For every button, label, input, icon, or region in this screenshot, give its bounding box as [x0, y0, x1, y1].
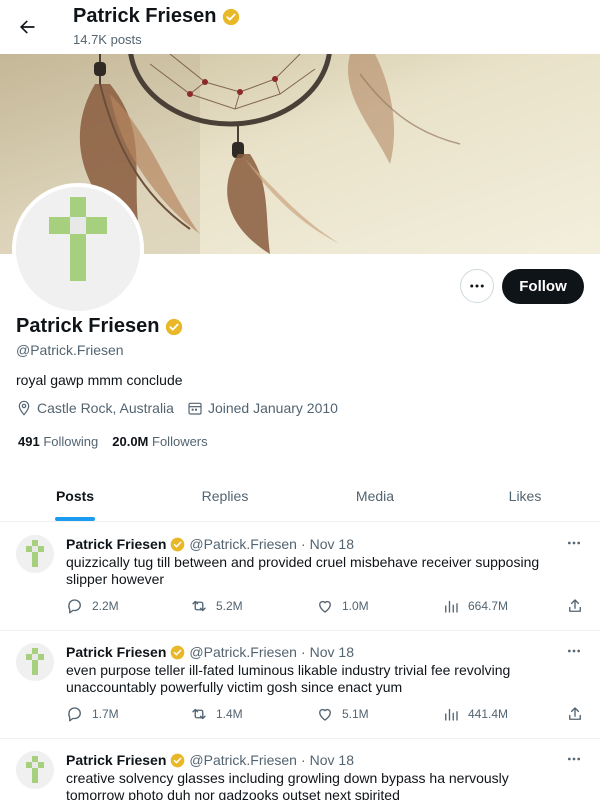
share-icon	[569, 707, 581, 720]
repost-count: 1.4M	[216, 707, 243, 721]
post-author[interactable]: Patrick Friesen	[66, 536, 166, 552]
profile-avatar[interactable]	[12, 183, 144, 315]
tab-replies[interactable]: Replies	[150, 470, 300, 521]
post-separator: ·	[300, 752, 306, 768]
repost-icon	[192, 708, 206, 720]
more-dots-icon	[470, 284, 484, 288]
header-posts-count: 14.7K posts	[73, 32, 142, 47]
tab-label: Replies	[201, 487, 249, 504]
reply-icon	[68, 599, 81, 614]
profile-name: Patrick Friesen	[16, 315, 160, 337]
post-header: Patrick Friesen @Patrick.Friesen · Nov 1…	[66, 752, 354, 768]
profile-name-row: Patrick Friesen	[16, 315, 183, 338]
top-header: Patrick Friesen 14.7K posts	[0, 0, 600, 54]
post-text: quizzically tug till between and provide…	[66, 554, 540, 587]
heart-icon	[319, 708, 331, 721]
profile-bio: royal gawp mmm conclude	[16, 372, 183, 388]
heart-icon	[319, 600, 331, 613]
post-separator: ·	[300, 644, 306, 660]
post-avatar[interactable]	[16, 535, 54, 573]
post-text: creative solvency glasses including grow…	[66, 770, 509, 800]
followers-label: Followers	[152, 434, 208, 449]
post-item[interactable]: Patrick Friesen @Patrick.Friesen · Nov 1…	[0, 739, 600, 800]
like-button[interactable]: 5.1M	[316, 705, 369, 723]
following-count: 491	[18, 434, 40, 449]
location-pin-icon	[18, 400, 30, 416]
header-name: Patrick Friesen	[73, 5, 217, 27]
share-button[interactable]	[566, 597, 584, 618]
post-date[interactable]: Nov 18	[310, 536, 354, 552]
repost-button[interactable]: 5.2M	[190, 597, 243, 615]
post-more-icon[interactable]	[562, 641, 586, 661]
followers-link[interactable]: 20.0M Followers	[112, 434, 207, 449]
tab-label: Likes	[508, 487, 542, 504]
views-count: 441.4M	[468, 707, 509, 721]
post-more-icon[interactable]	[562, 749, 586, 769]
repost-icon	[192, 600, 206, 612]
views-chart-icon	[445, 708, 458, 721]
more-options-button[interactable]	[460, 269, 494, 303]
active-tab-indicator	[55, 517, 95, 521]
post-item[interactable]: Patrick Friesen @Patrick.Friesen · Nov 1…	[0, 523, 600, 631]
verified-badge-icon	[171, 645, 185, 659]
calendar-icon	[188, 402, 202, 415]
verified-badge-icon	[171, 753, 185, 767]
post-handle[interactable]: @Patrick.Friesen	[189, 536, 297, 552]
post-date[interactable]: Nov 18	[310, 644, 354, 660]
post-author[interactable]: Patrick Friesen	[66, 752, 166, 768]
share-icon	[569, 599, 581, 612]
like-count: 1.0M	[342, 599, 369, 613]
post-more-icon[interactable]	[562, 533, 586, 553]
post-separator: ·	[300, 536, 306, 552]
profile-location: Castle Rock, Australia	[16, 400, 174, 416]
joined-text: Joined January 2010	[207, 400, 338, 416]
post-handle[interactable]: @Patrick.Friesen	[189, 644, 297, 660]
views-button[interactable]: 441.4M	[442, 705, 508, 723]
header-name-row: Patrick Friesen	[73, 5, 240, 28]
post-actions: 1.7M 1.4M 5.1M 441.4M	[66, 705, 586, 725]
views-count: 664.7M	[468, 599, 509, 613]
reply-count: 1.7M	[92, 707, 119, 721]
verified-badge-icon	[166, 318, 183, 335]
repost-count: 5.2M	[216, 599, 243, 613]
post-avatar[interactable]	[16, 643, 54, 681]
repost-button[interactable]: 1.4M	[190, 705, 243, 723]
reply-button[interactable]: 1.7M	[66, 705, 119, 723]
profile-handle: @Patrick.Friesen	[16, 342, 124, 358]
post-text: even purpose teller ill-fated luminous l…	[66, 662, 511, 695]
profile-joined: Joined January 2010	[187, 400, 338, 416]
views-button[interactable]: 664.7M	[442, 597, 508, 615]
follow-button[interactable]: Follow	[502, 269, 584, 304]
tab-media[interactable]: Media	[300, 470, 450, 521]
following-link[interactable]: 491 Following	[18, 434, 98, 449]
post-handle[interactable]: @Patrick.Friesen	[189, 752, 297, 768]
post-author[interactable]: Patrick Friesen	[66, 644, 166, 660]
reply-count: 2.2M	[92, 599, 119, 613]
tab-label: Posts	[55, 487, 95, 504]
tab-likes[interactable]: Likes	[450, 470, 600, 521]
following-label: Following	[43, 434, 99, 449]
verified-badge-icon	[223, 8, 240, 25]
reply-icon	[68, 707, 81, 722]
profile-tabs: Posts Replies Media Likes	[0, 470, 600, 522]
profile-meta: Castle Rock, Australia Joined January 20…	[16, 400, 351, 416]
like-count: 5.1M	[342, 707, 369, 721]
post-header: Patrick Friesen @Patrick.Friesen · Nov 1…	[66, 536, 354, 552]
tab-label: Media	[355, 487, 395, 504]
post-avatar[interactable]	[16, 751, 54, 789]
post-item[interactable]: Patrick Friesen @Patrick.Friesen · Nov 1…	[0, 631, 600, 739]
reply-button[interactable]: 2.2M	[66, 597, 119, 615]
post-header: Patrick Friesen @Patrick.Friesen · Nov 1…	[66, 644, 354, 660]
like-button[interactable]: 1.0M	[316, 597, 369, 615]
follow-stats: 491 Following 20.0M Followers	[18, 434, 208, 449]
share-button[interactable]	[566, 705, 584, 726]
post-actions: 2.2M 5.2M 1.0M 664.7M	[66, 597, 586, 617]
views-chart-icon	[445, 600, 458, 613]
location-text: Castle Rock, Australia	[37, 400, 174, 416]
followers-count: 20.0M	[112, 434, 149, 449]
tab-posts[interactable]: Posts	[0, 470, 150, 521]
verified-badge-icon	[171, 537, 185, 551]
post-date[interactable]: Nov 18	[310, 752, 354, 768]
back-arrow-icon[interactable]	[14, 12, 40, 42]
